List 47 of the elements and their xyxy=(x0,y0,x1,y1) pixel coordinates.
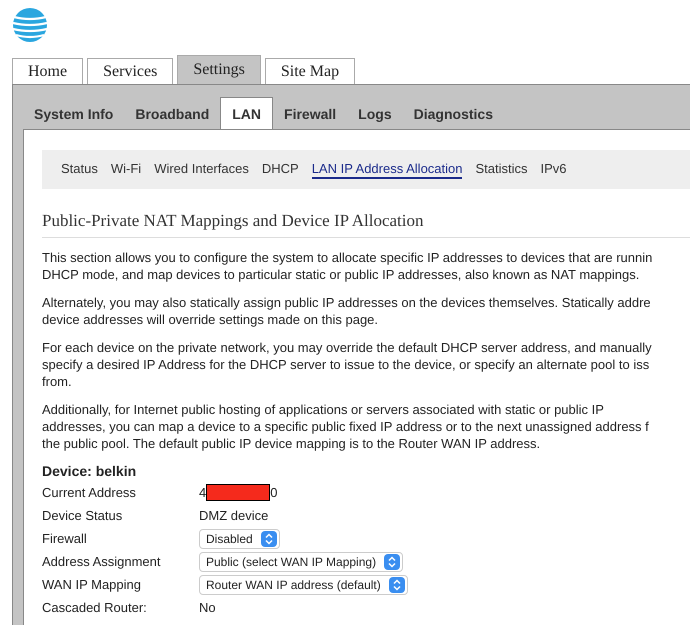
sub-tab[interactable]: Diagnostics xyxy=(402,101,504,129)
section-nav-link[interactable]: Statistics xyxy=(475,161,528,179)
dropdown-select[interactable]: Public (select WAN IP Mapping) xyxy=(199,552,404,572)
section-nav-link[interactable]: IPv6 xyxy=(540,161,567,179)
sub-tab[interactable]: Firewall xyxy=(273,101,348,129)
field-label: Current Address xyxy=(42,485,137,500)
paragraph-line: device addresses will override settings made on this page. xyxy=(42,311,378,328)
sub-tab[interactable]: LAN xyxy=(220,97,274,129)
stepper-arrows-icon xyxy=(384,554,400,570)
field-label: Address Assignment xyxy=(42,554,162,569)
sub-tab[interactable]: Logs xyxy=(347,101,403,129)
main-tab[interactable]: Home xyxy=(12,58,84,84)
section-nav-link[interactable]: LAN IP Address Allocation xyxy=(312,161,462,179)
field-label: Device Status xyxy=(42,508,124,523)
main-tab[interactable]: Site Map xyxy=(264,58,356,84)
address-text: 4 xyxy=(199,485,206,500)
sub-tab[interactable]: System Info xyxy=(23,101,124,129)
dropdown-select[interactable]: Router WAN IP address (default) xyxy=(199,574,408,594)
stepper-arrows-icon xyxy=(388,576,405,592)
paragraph-line: from. xyxy=(42,373,72,390)
main-tab[interactable]: Settings xyxy=(177,55,261,84)
section-heading: Public-Private NAT Mappings and Device IP Allocation xyxy=(42,211,690,238)
section-nav-link[interactable]: Wi-Fi xyxy=(110,161,142,179)
main-tab[interactable]: Services xyxy=(87,58,174,84)
field-value: No xyxy=(199,600,216,615)
field-label: WAN IP Mapping xyxy=(42,577,142,592)
paragraph-line: This section allows you to configure the system to allocate specific IP addresses to devices that are runnin xyxy=(42,249,652,266)
section-nav-link[interactable]: Status xyxy=(61,161,98,179)
dropdown-select[interactable]: Disabled xyxy=(199,528,280,548)
device-title: Device: belkin xyxy=(42,463,138,479)
address-text: 0 xyxy=(270,485,278,500)
paragraph-line: Alternately, you may also statically assign public IP addresses on the devices themselves. Statically addre xyxy=(42,294,651,311)
field-value: DMZ device xyxy=(199,508,268,523)
field-label: Firewall xyxy=(42,531,88,546)
sub-tab[interactable]: Broadband xyxy=(124,101,220,129)
stepper-arrows-icon xyxy=(260,530,277,546)
paragraph-line: the public pool. The default public IP device mapping is to the Router WAN IP address. xyxy=(42,435,540,452)
section-nav-link[interactable]: Wired Interfaces xyxy=(154,161,249,179)
redaction-block xyxy=(206,484,270,501)
field-label: Cascaded Router: xyxy=(42,600,148,615)
paragraph-line: addresses, you can map a device to a specific public fixed IP address or to the next unassigned address f xyxy=(42,418,649,435)
paragraph-line: For each device on the private network, you may override the default DHCP server address, and manually xyxy=(42,339,652,356)
section-nav-link[interactable]: DHCP xyxy=(262,161,299,179)
paragraph-line: DHCP mode, and map devices to particular static or public IP addresses, also known as NAT mappings. xyxy=(42,266,640,283)
paragraph-line: specify a desired IP Address for the DHCP server to issue to the device, or specify an alternate pool to iss xyxy=(42,356,650,373)
globe-logo-icon xyxy=(12,7,48,43)
paragraph-line: Additionally, for Internet public hosting of applications or servers associated with static or public IP xyxy=(42,401,604,418)
